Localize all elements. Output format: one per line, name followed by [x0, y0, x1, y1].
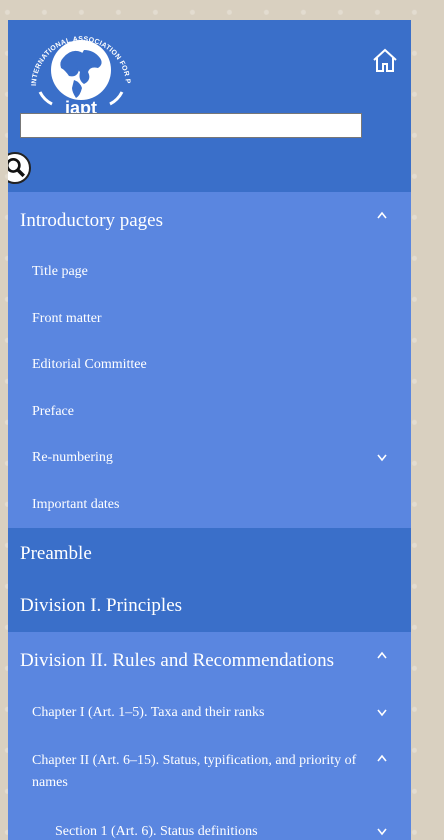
nav-important-dates[interactable]: Important dates — [8, 482, 411, 529]
sidebar: INTERNATIONAL ASSOCIATION FOR PLANT TAXO… — [8, 20, 411, 840]
nav-label: Front matter — [32, 310, 102, 326]
nav-label: Title page — [32, 264, 88, 280]
nav-preface[interactable]: Preface — [8, 389, 411, 436]
chevron-down-icon[interactable] — [377, 454, 387, 462]
nav-front-matter[interactable]: Front matter — [8, 296, 411, 343]
chevron-up-icon[interactable] — [377, 211, 387, 219]
nav-label: Chapter II (Art. 6–15). Status, typifica… — [32, 752, 357, 790]
globe-icon: INTERNATIONAL ASSOCIATION FOR PLANT TAXO… — [15, 20, 131, 118]
nav-label: Section 1 (Art. 6). Status definitions — [55, 824, 258, 839]
nav-chapter-ii[interactable]: Chapter II (Art. 6–15). Status, typifica… — [8, 737, 411, 807]
nav-division-ii[interactable]: Division II. Rules and Recommendations — [8, 632, 411, 689]
nav-section-1[interactable]: Section 1 (Art. 6). Status definitions — [8, 807, 411, 840]
nav-division-i[interactable]: Division I. Principles — [8, 580, 411, 632]
nav-label: Preface — [32, 403, 74, 419]
sidebar-header: INTERNATIONAL ASSOCIATION FOR PLANT TAXO… — [8, 20, 411, 192]
nav-chapter-i[interactable]: Chapter I (Art. 1–5). Taxa and their ran… — [8, 689, 411, 737]
nav-label: Introductory pages — [20, 209, 163, 231]
nav-label: Division II. Rules and Recommendations — [20, 649, 334, 671]
chevron-down-icon[interactable] — [377, 709, 387, 717]
home-icon — [373, 48, 397, 72]
nav-introductory: Introductory pages Title page Front matt… — [8, 192, 411, 528]
chevron-up-icon[interactable] — [377, 754, 387, 762]
nav-re-numbering[interactable]: Re-numbering — [8, 435, 411, 482]
nav-title-page[interactable]: Title page — [8, 249, 411, 296]
nav-label: Editorial Committee — [32, 357, 147, 373]
chevron-down-icon[interactable] — [377, 828, 387, 836]
nav-introductory-pages[interactable]: Introductory pages — [8, 192, 411, 249]
nav-label: Division I. Principles — [20, 595, 183, 616]
nav-label: Preamble — [20, 543, 92, 564]
nav-label: Important dates — [32, 496, 120, 512]
nav-preamble[interactable]: Preamble — [8, 528, 411, 580]
nav-division-ii-section: Division II. Rules and Recommendations C… — [8, 632, 411, 840]
search-button[interactable] — [8, 152, 31, 184]
nav-label: Re-numbering — [32, 450, 113, 466]
nav-label: Chapter I (Art. 1–5). Taxa and their ran… — [32, 705, 265, 720]
magnifier-icon — [8, 157, 25, 178]
iapt-logo[interactable]: INTERNATIONAL ASSOCIATION FOR PLANT TAXO… — [15, 20, 142, 124]
chevron-up-icon[interactable] — [377, 651, 387, 659]
search-input[interactable] — [20, 113, 362, 138]
nav-editorial-committee[interactable]: Editorial Committee — [8, 342, 411, 389]
home-button[interactable] — [371, 46, 399, 74]
